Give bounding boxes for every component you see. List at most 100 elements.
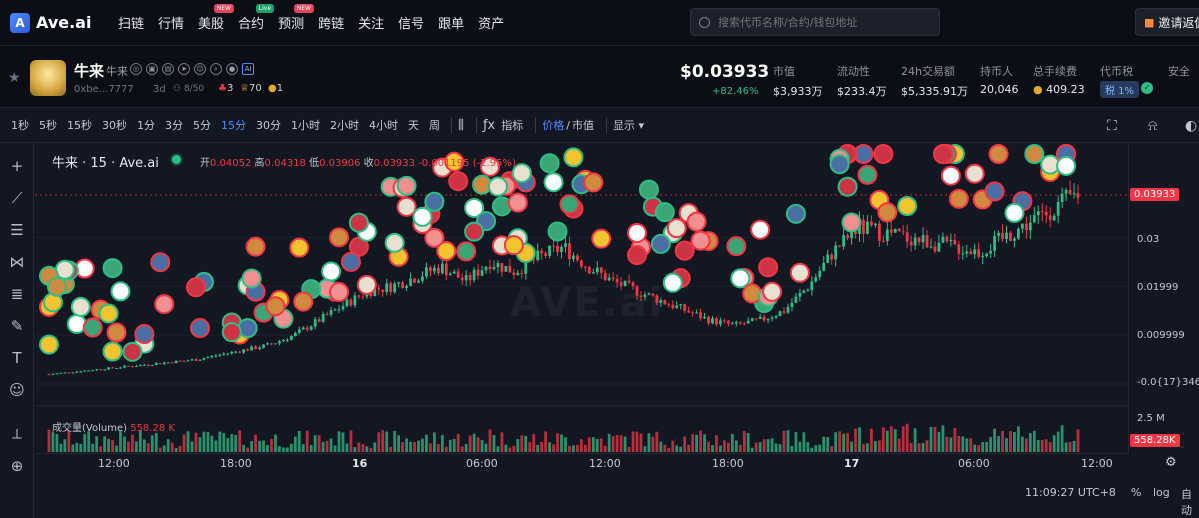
candle-body <box>568 243 571 260</box>
candle-body <box>683 304 687 311</box>
alert-bell-icon[interactable]: ⍾ <box>1148 108 1157 143</box>
candle-body <box>560 246 563 252</box>
volume-bar <box>901 426 905 452</box>
mcap-toggle[interactable]: 市值 <box>572 117 594 133</box>
nav-item[interactable]: 美股 NEW <box>198 4 235 32</box>
nav-item[interactable]: 资产 <box>478 13 504 32</box>
candle-body <box>726 320 730 324</box>
auto-toggle[interactable]: 自动 <box>1181 486 1199 518</box>
volume-bar <box>123 436 126 452</box>
ai-icon[interactable]: AI <box>242 63 254 75</box>
text-tool-icon[interactable]: T <box>6 347 28 369</box>
volume-bar <box>210 435 214 452</box>
horizontal-lines-icon[interactable]: ☰ <box>6 219 28 241</box>
emoji-icon[interactable]: ☺ <box>6 379 28 401</box>
fullscreen-icon[interactable]: ⛶ <box>1107 108 1117 143</box>
candle-body <box>544 253 548 256</box>
display-menu[interactable]: 显示 ▾ <box>613 117 644 133</box>
candle-body <box>361 296 365 298</box>
candle-body <box>146 364 150 366</box>
ruler-icon[interactable]: ⟂ <box>6 423 28 445</box>
interval-option[interactable]: 15秒 <box>62 117 97 133</box>
volume-bar <box>655 431 659 452</box>
nav-item[interactable]: 跟单 <box>438 13 464 32</box>
volume-bar <box>1064 442 1068 452</box>
interval-option[interactable]: 1小时 <box>286 117 325 133</box>
interval-option[interactable]: 1秒 <box>6 117 34 133</box>
chart-settings-icon[interactable]: ⚙ <box>1165 455 1177 470</box>
log-toggle[interactable]: log <box>1153 486 1170 499</box>
search-box[interactable] <box>690 8 940 36</box>
nav-item[interactable]: 扫链 <box>118 13 144 32</box>
interval-option[interactable]: 3分 <box>160 117 188 133</box>
candle-body <box>667 304 671 306</box>
contract-icon[interactable]: ▣ <box>146 63 158 75</box>
nav-item[interactable]: 关注 <box>358 13 384 32</box>
trendline-icon[interactable]: ⟋ <box>6 187 28 209</box>
indicator-button[interactable]: 指标 <box>501 117 523 133</box>
interval-option[interactable]: 5秒 <box>34 117 62 133</box>
indicator-icon[interactable]: ƒx <box>483 118 495 133</box>
website-icon[interactable]: ◎ <box>130 63 142 75</box>
nav-item[interactable]: 合约 Live <box>238 4 275 32</box>
toolbar-divider <box>475 117 477 133</box>
candle-body <box>95 369 99 371</box>
volume-bar <box>448 439 452 452</box>
interval-option[interactable]: 30秒 <box>97 117 132 133</box>
candle-body <box>635 286 639 296</box>
interval-option[interactable]: 周 <box>424 117 445 133</box>
volume-bar <box>985 441 989 452</box>
logo[interactable]: A Ave.ai <box>10 12 106 33</box>
interval-option[interactable]: 2小时 <box>325 117 364 133</box>
brush-icon[interactable]: ✎ <box>6 315 28 337</box>
stat-label-security[interactable]: 安全 <box>1168 63 1190 79</box>
last-volume-tag: 558.28K <box>1130 434 1180 447</box>
crosshair-icon[interactable]: + <box>6 155 28 177</box>
volume-bar <box>1056 431 1060 452</box>
volume-bar <box>1028 433 1032 452</box>
stat-label-holders[interactable]: 持币人 <box>980 63 1013 79</box>
invite-button[interactable]: ■ 邀请返佣 <box>1135 8 1199 36</box>
trade-marker-avatar <box>627 245 648 266</box>
price-toggle[interactable]: 价格 <box>542 117 564 133</box>
volume-bar <box>282 447 285 452</box>
fib-icon[interactable]: ≣ <box>6 283 28 305</box>
zoom-in-icon[interactable]: ⊕ <box>6 455 28 477</box>
camera-icon[interactable]: ◐ <box>1185 108 1197 143</box>
percent-toggle[interactable]: % <box>1131 486 1141 499</box>
candle-type-icon[interactable]: ⫼ <box>458 118 464 133</box>
token-score: ⚇ 8/50 <box>173 84 205 94</box>
interval-option[interactable]: 30分 <box>251 117 286 133</box>
stat-label-fees[interactable]: 总手续费 <box>1033 63 1077 79</box>
token-address[interactable]: 0xbe...7777 <box>74 84 134 95</box>
utc-clock[interactable]: 11:09:27 UTC+8 <box>1025 486 1116 499</box>
ohlc-close: 0.03933 <box>373 158 415 169</box>
interval-option[interactable]: 4小时 <box>364 117 403 133</box>
holder-icon[interactable]: ☺ <box>194 63 206 75</box>
search-input[interactable] <box>718 15 928 29</box>
telegram-icon[interactable]: ➤ <box>178 63 190 75</box>
volume-bar <box>993 428 996 452</box>
interval-option[interactable]: 天 <box>403 117 424 133</box>
nav-item[interactable]: 行情 <box>158 13 184 32</box>
search-token-icon[interactable]: ⌕ <box>210 63 222 75</box>
price-chart[interactable] <box>35 144 1128 482</box>
volume-bar <box>699 430 702 452</box>
interval-option[interactable]: 15分 <box>216 117 251 133</box>
trade-marker-avatar <box>289 237 310 258</box>
trade-marker-avatar <box>583 172 604 193</box>
stat-value-holders: 20,046 <box>980 83 1019 96</box>
volume-bar <box>170 442 174 452</box>
nav-item[interactable]: 信号 <box>398 13 424 32</box>
volume-bar <box>643 446 647 452</box>
nav-item[interactable]: 跨链 <box>318 13 344 32</box>
scan-icon[interactable]: ▤ <box>162 63 174 75</box>
nav-item[interactable]: 预测 NEW <box>278 4 315 32</box>
favorite-star-icon[interactable]: ★ <box>8 70 21 86</box>
interval-option[interactable]: 5分 <box>188 117 216 133</box>
bot-icon[interactable]: ● <box>226 63 238 75</box>
volume-bar <box>794 432 798 452</box>
volume-bar <box>480 439 484 452</box>
pattern-icon[interactable]: ⋈ <box>6 251 28 273</box>
interval-option[interactable]: 1分 <box>132 117 160 133</box>
